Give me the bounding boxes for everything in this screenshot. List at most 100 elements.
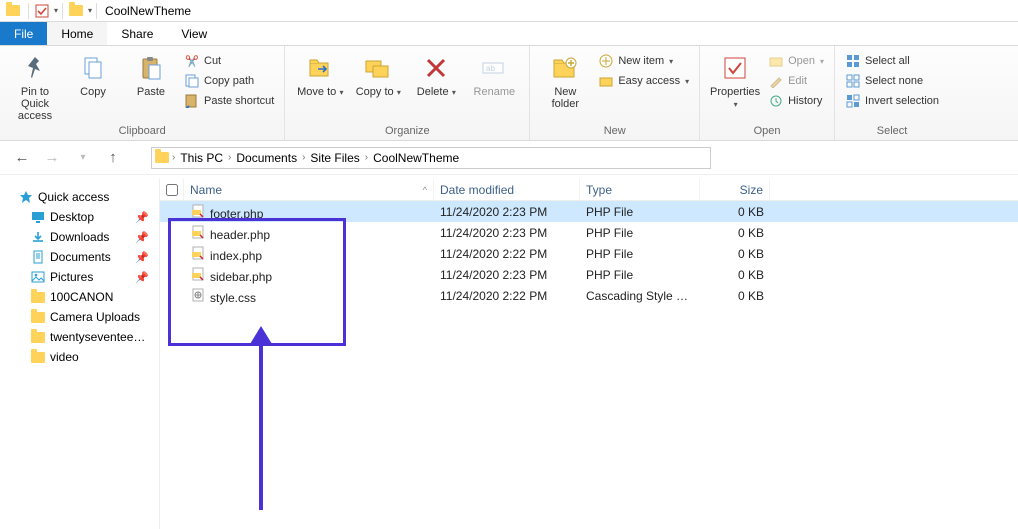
copy-path-button[interactable]: Copy path <box>184 72 274 90</box>
tab-home[interactable]: Home <box>47 22 107 45</box>
breadcrumb-item[interactable]: This PC <box>177 151 226 165</box>
location-folder-icon <box>154 150 170 166</box>
edit-button[interactable]: Edit <box>768 72 824 90</box>
nav-bar: ← → ▾ ↑ › This PC› Documents› Site Files… <box>0 141 1018 175</box>
up-button[interactable]: ↑ <box>101 146 125 170</box>
easy-access-button[interactable]: Easy access ▾ <box>598 72 689 90</box>
new-folder-icon <box>549 52 581 84</box>
select-none-button[interactable]: Select none <box>845 72 939 90</box>
app-folder-icon <box>4 2 22 20</box>
file-row[interactable]: index.php11/24/2020 2:22 PMPHP File0 KB <box>160 243 1018 264</box>
open-icon <box>768 53 784 69</box>
address-bar[interactable]: › This PC› Documents› Site Files› CoolNe… <box>151 147 711 169</box>
breadcrumb-item[interactable]: Site Files <box>307 151 362 165</box>
file-icon <box>190 266 206 282</box>
copy-button[interactable]: Copy <box>68 50 118 98</box>
file-size: 0 KB <box>700 205 770 219</box>
header-date[interactable]: Date modified <box>434 179 580 200</box>
ribbon-group-open: Properties ▾ Open ▾ Edit History Open <box>700 46 835 140</box>
sidebar-item-label: video <box>50 350 79 364</box>
group-label-new: New <box>540 124 689 140</box>
sidebar-item[interactable]: Pictures📌 <box>4 267 155 287</box>
chevron-right-icon[interactable]: › <box>172 152 175 163</box>
file-icon <box>190 224 206 240</box>
qat-folder-icon[interactable] <box>67 2 85 20</box>
file-name: footer.php <box>210 207 263 221</box>
header-name[interactable]: Name^ <box>184 179 434 200</box>
pin-quick-access-button[interactable]: Pin to Quick access <box>10 50 60 122</box>
delete-button[interactable]: Delete ▾ <box>411 50 461 99</box>
move-to-icon <box>304 52 336 84</box>
ribbon-group-new: New folder New item ▾ Easy access ▾ New <box>530 46 700 140</box>
file-date: 11/24/2020 2:23 PM <box>434 226 580 240</box>
pin-icon: 📌 <box>135 271 149 284</box>
recent-locations-button[interactable]: ▾ <box>71 146 95 170</box>
paste-icon <box>135 52 167 84</box>
file-type: PHP File <box>580 268 700 282</box>
forward-button[interactable]: → <box>40 146 64 170</box>
qat-dropdown-icon[interactable]: ▾ <box>54 6 58 15</box>
sidebar-item[interactable]: Downloads📌 <box>4 227 155 247</box>
sidebar-item-label: 100CANON <box>50 290 113 304</box>
breadcrumb-item[interactable]: Documents <box>233 151 300 165</box>
header-type[interactable]: Type <box>580 179 700 200</box>
file-type: Cascading Style S... <box>580 289 700 303</box>
navigation-pane: Quick access Desktop📌Downloads📌Documents… <box>0 179 160 529</box>
invert-selection-button[interactable]: Invert selection <box>845 92 939 110</box>
copy-path-icon <box>184 73 200 89</box>
copy-to-button[interactable]: Copy to ▾ <box>353 50 403 99</box>
folder-icon <box>30 309 46 325</box>
file-row[interactable]: header.php11/24/2020 2:23 PMPHP File0 KB <box>160 222 1018 243</box>
sidebar-item[interactable]: 100CANON <box>4 287 155 307</box>
move-to-button[interactable]: Move to ▾ <box>295 50 345 99</box>
open-button[interactable]: Open ▾ <box>768 52 824 70</box>
folder-icon <box>30 329 46 345</box>
header-size[interactable]: Size <box>700 179 770 200</box>
title-dropdown-icon[interactable]: ▾ <box>88 6 92 15</box>
sidebar-item-label: Documents <box>50 250 111 264</box>
sidebar-item[interactable]: Desktop📌 <box>4 207 155 227</box>
file-type: PHP File <box>580 247 700 261</box>
select-all-button[interactable]: Select all <box>845 52 939 70</box>
file-name: style.css <box>210 291 256 305</box>
ribbon-group-organize: Move to ▾ Copy to ▾ Delete ▾ ab Rename O… <box>285 46 530 140</box>
copy-to-icon <box>362 52 394 84</box>
new-item-button[interactable]: New item ▾ <box>598 52 689 70</box>
copy-icon <box>77 52 109 84</box>
file-row[interactable]: sidebar.php11/24/2020 2:23 PMPHP File0 K… <box>160 264 1018 285</box>
tab-view[interactable]: View <box>167 22 221 45</box>
rename-button[interactable]: ab Rename <box>469 50 519 98</box>
sidebar-item[interactable]: video <box>4 347 155 367</box>
qat-properties-icon[interactable] <box>33 2 51 20</box>
sidebar-item-label: twentyseventeen-child <box>50 330 151 344</box>
group-label-organize: Organize <box>295 124 519 140</box>
ribbon-group-select: Select all Select none Invert selection … <box>835 46 949 140</box>
folder-icon <box>30 289 46 305</box>
file-row[interactable]: footer.php11/24/2020 2:23 PMPHP File0 KB <box>160 201 1018 222</box>
sidebar-item[interactable]: twentyseventeen-child <box>4 327 155 347</box>
select-all-checkbox[interactable] <box>166 184 178 196</box>
tab-share[interactable]: Share <box>107 22 167 45</box>
tab-file[interactable]: File <box>0 22 47 45</box>
file-icon <box>190 245 206 261</box>
sidebar-quick-access[interactable]: Quick access <box>4 187 155 207</box>
properties-button[interactable]: Properties ▾ <box>710 50 760 111</box>
title-bar: ▾ ▾ CoolNewTheme <box>0 0 1018 22</box>
paste-button[interactable]: Paste <box>126 50 176 98</box>
breadcrumb-item[interactable]: CoolNewTheme <box>370 151 462 165</box>
file-date: 11/24/2020 2:22 PM <box>434 289 580 303</box>
paste-shortcut-button[interactable]: Paste shortcut <box>184 92 274 110</box>
download-icon <box>30 229 46 245</box>
new-folder-button[interactable]: New folder <box>540 50 590 110</box>
sidebar-item[interactable]: Camera Uploads <box>4 307 155 327</box>
file-name: sidebar.php <box>210 270 272 284</box>
file-row[interactable]: style.css 11/24/2020 2:22 PMCascading Sty… <box>160 285 1018 306</box>
back-button[interactable]: ← <box>10 146 34 170</box>
group-label-open: Open <box>710 124 824 140</box>
history-button[interactable]: History <box>768 92 824 110</box>
sidebar-item[interactable]: Documents📌 <box>4 247 155 267</box>
file-date: 11/24/2020 2:23 PM <box>434 205 580 219</box>
file-type: PHP File <box>580 226 700 240</box>
paste-shortcut-icon <box>184 93 200 109</box>
cut-button[interactable]: ✂️Cut <box>184 52 274 70</box>
